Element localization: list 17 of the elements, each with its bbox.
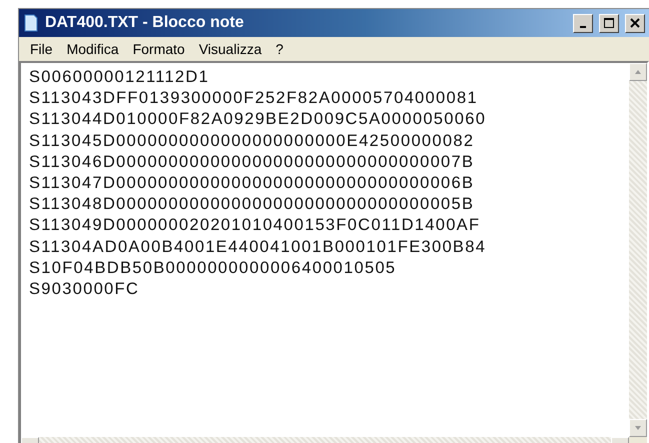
- text-line: S113046D000000000000000000000000000000007B: [29, 152, 476, 173]
- text-line: S113049D000000020201010400153F0C011D1400AF: [29, 215, 482, 236]
- text-line: S9030000FC: [29, 279, 140, 300]
- text-line: S10F04BDB50B0000000000006400010505: [29, 258, 398, 279]
- menu-item[interactable]: Formato: [128, 41, 190, 57]
- text-line: S113048D000000000000000000000000000000005B: [29, 194, 476, 216]
- text-line: S113044D010000F82A0929BE2D009C5A0000050060: [29, 109, 488, 130]
- menu-item[interactable]: File: [25, 41, 58, 57]
- menu-item[interactable]: ?: [270, 41, 288, 57]
- text-line: S113043DFF0139300000F252F82A00005704000081: [29, 88, 479, 110]
- menu-item[interactable]: Modifica: [62, 41, 124, 57]
- window-title: DAT400.TXT - Blocco note: [45, 14, 245, 32]
- text-line: S11304AD0A00B4001E440041001B000101FE300B84: [29, 236, 488, 258]
- text-line: S00600000121112D1: [29, 67, 210, 88]
- menu-item[interactable]: Visualizza: [194, 41, 267, 57]
- text-line: S113047D000000000000000000000000000000006B: [29, 173, 476, 194]
- text-line: S113045D0000000000000000000000E42500000082: [29, 130, 476, 152]
